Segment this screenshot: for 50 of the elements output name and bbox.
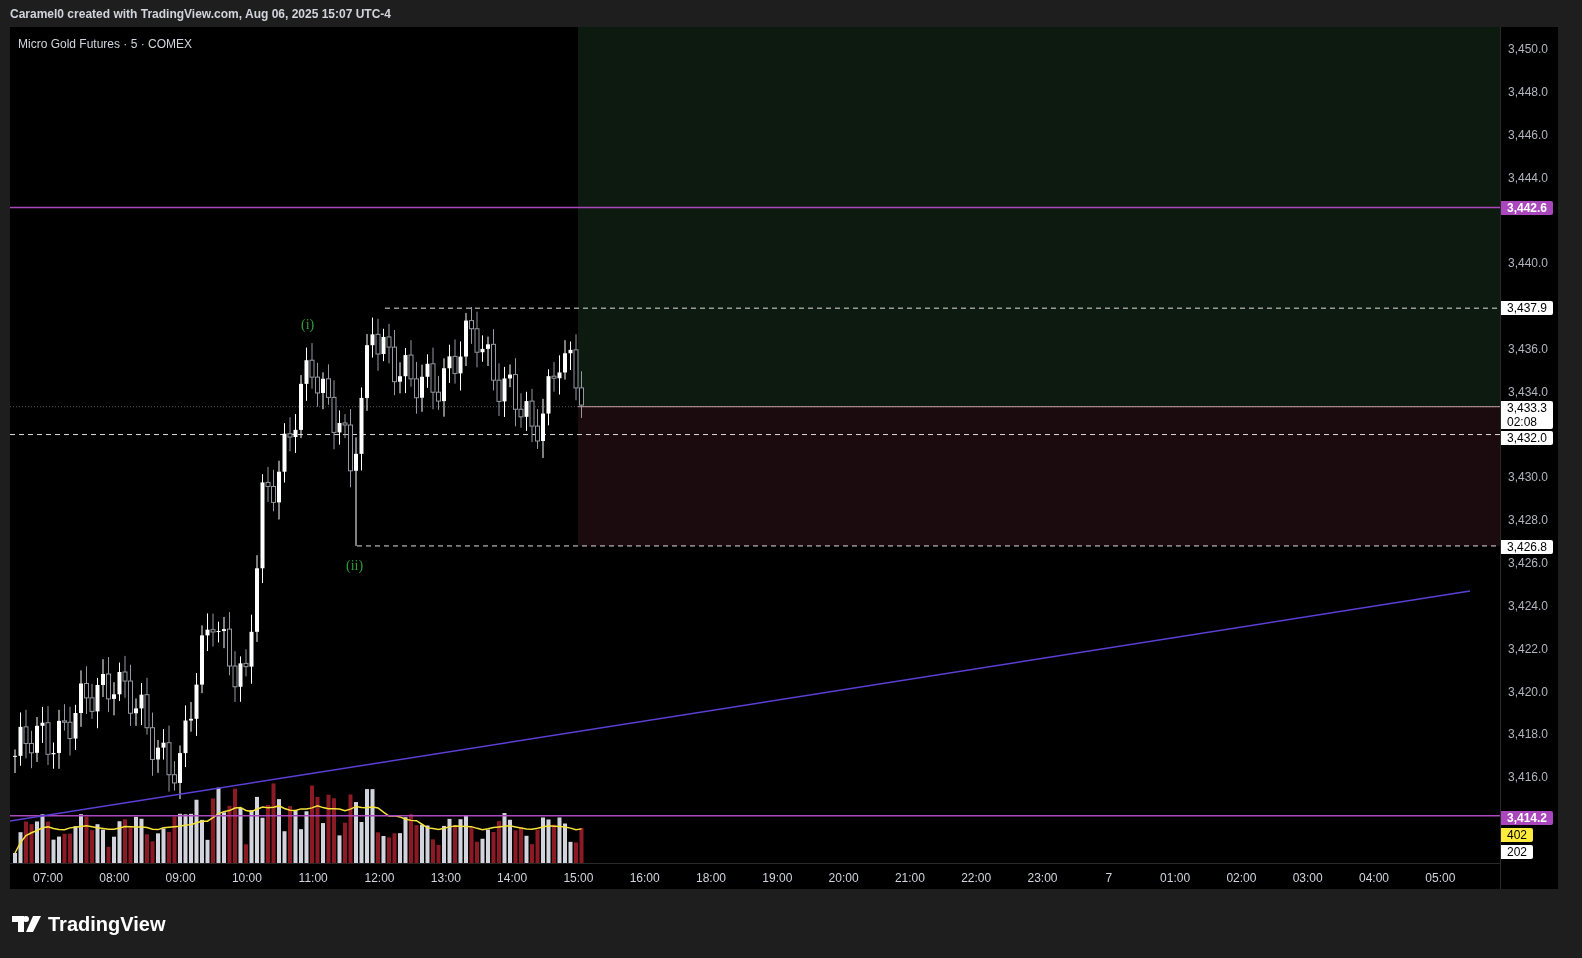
price-axis-label: 3,418.0 xyxy=(1508,727,1549,742)
time-axis-label: 20:00 xyxy=(828,870,859,887)
time-axis-label: 09:00 xyxy=(165,870,196,887)
price-label: 3,426.8 xyxy=(1501,540,1554,554)
price-axis-label: 3,420.0 xyxy=(1508,684,1549,699)
price-label: 3,433.3 02:08 xyxy=(1501,401,1554,429)
time-axis-label: 08:00 xyxy=(99,870,130,887)
time-axis-label: 03:00 xyxy=(1292,870,1323,887)
time-axis-label: 16:00 xyxy=(629,870,660,887)
price-axis-label: 3,444.0 xyxy=(1508,170,1549,185)
time-axis-label: 05:00 xyxy=(1425,870,1456,887)
wave-label: (ii) xyxy=(346,557,364,575)
price-axis-label: 3,426.0 xyxy=(1508,556,1549,571)
time-axis-label: 18:00 xyxy=(696,870,726,887)
price-axis-label: 3,440.0 xyxy=(1508,256,1549,271)
price-label: 202 xyxy=(1501,845,1534,859)
time-axis-label: 14:00 xyxy=(497,870,528,887)
time-axis-label: 7 xyxy=(1105,870,1113,887)
price-label: 402 xyxy=(1501,828,1534,842)
price-axis-label: 3,428.0 xyxy=(1508,513,1549,528)
time-axis-label: 13:00 xyxy=(430,870,461,887)
price-axis-label: 3,422.0 xyxy=(1508,641,1549,656)
price-axis-label: 3,448.0 xyxy=(1508,84,1549,99)
price-label: 3,442.6 xyxy=(1501,201,1554,215)
chart-attribution: Caramel0 created with TradingView.com, Aug 06, 2025 15:07 UTC-4 xyxy=(10,5,392,23)
time-axis-label: 01:00 xyxy=(1160,870,1191,887)
price-axis-label: 3,446.0 xyxy=(1508,127,1549,142)
price-axis-label: 3,436.0 xyxy=(1508,341,1549,356)
price-axis-label: 3,434.0 xyxy=(1508,384,1549,399)
symbol-title: Micro Gold Futures · 5 · COMEX xyxy=(18,36,193,53)
price-axis-label: 3,416.0 xyxy=(1508,770,1549,785)
time-axis-label: 15:00 xyxy=(563,870,594,887)
price-axis-label: 3,450.0 xyxy=(1508,42,1549,56)
time-axis-label: 12:00 xyxy=(364,870,395,887)
time-axis-label: 23:00 xyxy=(1027,870,1058,887)
time-axis-label: 04:00 xyxy=(1359,870,1389,887)
price-label: 3,437.9 xyxy=(1501,301,1554,315)
time-axis-label: 21:00 xyxy=(894,870,925,887)
time-axis-label: 10:00 xyxy=(231,870,262,887)
time-axis-label: 22:00 xyxy=(961,870,992,887)
price-axis-label: 3,430.0 xyxy=(1508,470,1549,485)
price-axis-label: 3,424.0 xyxy=(1508,598,1549,613)
time-axis-label: 02:00 xyxy=(1226,870,1257,887)
brand-name: TradingView xyxy=(48,912,166,937)
time-axis-label: 11:00 xyxy=(298,870,328,887)
price-label: 3,414.2 xyxy=(1501,811,1554,825)
time-axis-label: 07:00 xyxy=(33,870,63,887)
price-label: 3,432.0 xyxy=(1501,431,1554,445)
time-axis-label: 19:00 xyxy=(762,870,793,887)
wave-label: (i) xyxy=(301,316,315,334)
